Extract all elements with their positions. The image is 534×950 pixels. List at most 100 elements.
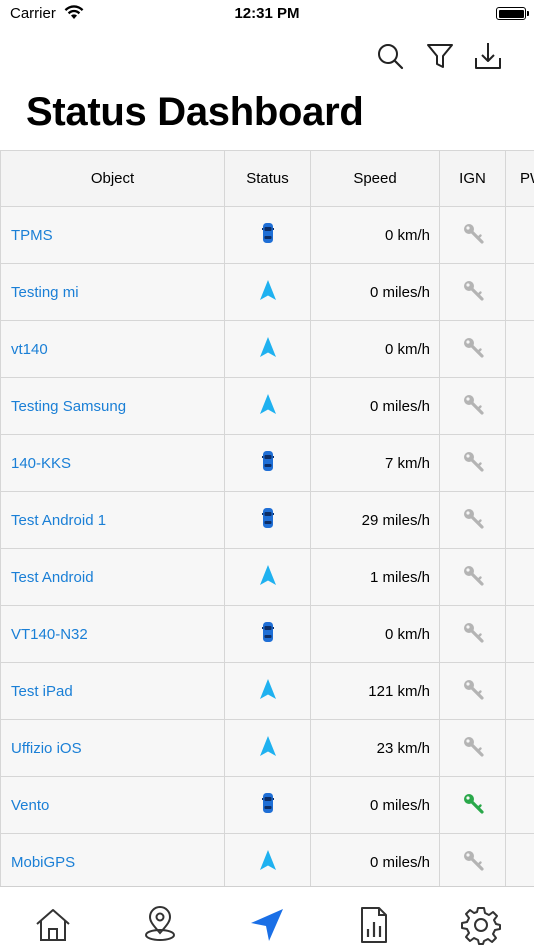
status-cell [224, 377, 311, 435]
table-row[interactable]: Testing mi 0 miles/h [0, 263, 534, 321]
status-cell [224, 206, 311, 264]
pw-cell [505, 206, 534, 264]
car-status-icon [261, 450, 274, 476]
ign-cell [439, 605, 506, 663]
download-icon [475, 43, 501, 69]
object-name-link[interactable]: Testing mi [0, 263, 225, 321]
ignition-off-key-icon [462, 279, 484, 305]
ign-cell [439, 719, 506, 777]
ignition-off-key-icon [462, 849, 484, 875]
object-name-link[interactable]: vt140 [0, 320, 225, 378]
column-header-object[interactable]: Object [0, 150, 225, 207]
download-button[interactable] [472, 40, 504, 72]
arrow-status-icon [259, 393, 277, 419]
table-row[interactable]: Test Android 1 miles/h [0, 548, 534, 606]
ignition-off-key-icon [462, 336, 484, 362]
speed-value: 0 km/h [310, 320, 440, 378]
object-name-link[interactable]: Vento [0, 776, 225, 834]
table-row[interactable]: Testing Samsung 0 miles/h [0, 377, 534, 435]
object-name-link[interactable]: VT140-N32 [0, 605, 225, 663]
object-name-link[interactable]: Testing Samsung [0, 377, 225, 435]
status-cell [224, 263, 311, 321]
ign-cell [439, 206, 506, 264]
status-cell [224, 320, 311, 378]
object-name-link[interactable]: TPMS [0, 206, 225, 264]
pw-cell [505, 662, 534, 720]
arrow-status-icon [259, 564, 277, 590]
column-header-pw[interactable]: PW [505, 150, 534, 207]
arrow-status-icon [259, 735, 277, 761]
object-name-link[interactable]: Test Android [0, 548, 225, 606]
speed-value: 0 miles/h [310, 833, 440, 886]
tab-bar [0, 886, 534, 950]
status-cell [224, 434, 311, 492]
status-bar: Carrier 12:31 PM [0, 0, 534, 30]
location-pin-icon [145, 906, 175, 941]
arrow-status-icon [259, 678, 277, 704]
filter-button[interactable] [424, 40, 456, 72]
car-status-icon [261, 507, 274, 533]
ign-cell [439, 263, 506, 321]
status-table: Object Status Speed IGN PW TPMS0 km/hTes… [0, 150, 534, 886]
status-cell [224, 776, 311, 834]
filter-icon [427, 44, 453, 68]
pw-cell [505, 605, 534, 663]
speed-value: 29 miles/h [310, 491, 440, 549]
column-header-speed[interactable]: Speed [310, 150, 440, 207]
object-name-link[interactable]: 140-KKS [0, 434, 225, 492]
ignition-off-key-icon [462, 678, 484, 704]
object-name-link[interactable]: Test Android 1 [0, 491, 225, 549]
status-cell [224, 491, 311, 549]
ignition-off-key-icon [462, 564, 484, 590]
column-header-ign[interactable]: IGN [439, 150, 506, 207]
table-row[interactable]: 140-KKS 7 km/h [0, 434, 534, 492]
ignition-off-key-icon [462, 735, 484, 761]
tab-home[interactable] [33, 905, 73, 945]
table-row[interactable]: VT140-N32 0 km/h [0, 605, 534, 663]
status-cell [224, 662, 311, 720]
object-name-link[interactable]: MobiGPS [0, 833, 225, 886]
search-icon [378, 44, 404, 70]
ign-cell [439, 491, 506, 549]
ign-cell [439, 548, 506, 606]
tab-locations[interactable] [140, 905, 180, 945]
speed-value: 23 km/h [310, 719, 440, 777]
column-header-status[interactable]: Status [224, 150, 311, 207]
table-row[interactable]: Test iPad 121 km/h [0, 662, 534, 720]
speed-value: 0 km/h [310, 605, 440, 663]
tab-reports[interactable] [354, 905, 394, 945]
ignition-off-key-icon [462, 507, 484, 533]
ignition-off-key-icon [462, 222, 484, 248]
status-table-container[interactable]: Object Status Speed IGN PW TPMS0 km/hTes… [0, 150, 534, 886]
table-row[interactable]: Test Android 1 29 miles/h [0, 491, 534, 549]
table-row[interactable]: MobiGPS 0 miles/h [0, 833, 534, 886]
speed-value: 0 miles/h [310, 776, 440, 834]
pw-cell [505, 320, 534, 378]
ign-cell [439, 320, 506, 378]
table-row[interactable]: vt140 0 km/h [0, 320, 534, 378]
tab-settings[interactable] [461, 905, 501, 945]
table-row[interactable]: Vento 0 miles/h [0, 776, 534, 834]
speed-value: 7 km/h [310, 434, 440, 492]
table-row[interactable]: TPMS 0 km/h [0, 206, 534, 264]
pw-cell [505, 434, 534, 492]
tab-tracking[interactable] [247, 905, 287, 945]
report-icon [361, 907, 387, 943]
pw-cell [505, 833, 534, 886]
ign-cell [439, 434, 506, 492]
search-button[interactable] [374, 40, 406, 72]
speed-value: 0 miles/h [310, 263, 440, 321]
object-name-link[interactable]: Test iPad [0, 662, 225, 720]
clock: 12:31 PM [234, 5, 300, 22]
pw-cell [505, 719, 534, 777]
speed-value: 0 miles/h [310, 377, 440, 435]
navigation-arrow-icon [251, 909, 283, 941]
battery-icon [496, 7, 529, 20]
ignition-off-key-icon [462, 450, 484, 476]
status-cell [224, 605, 311, 663]
car-status-icon [261, 621, 274, 647]
car-status-icon [261, 792, 274, 818]
ignition-on-key-icon [462, 792, 484, 818]
object-name-link[interactable]: Uffizio iOS [0, 719, 225, 777]
table-row[interactable]: Uffizio iOS 23 km/h [0, 719, 534, 777]
